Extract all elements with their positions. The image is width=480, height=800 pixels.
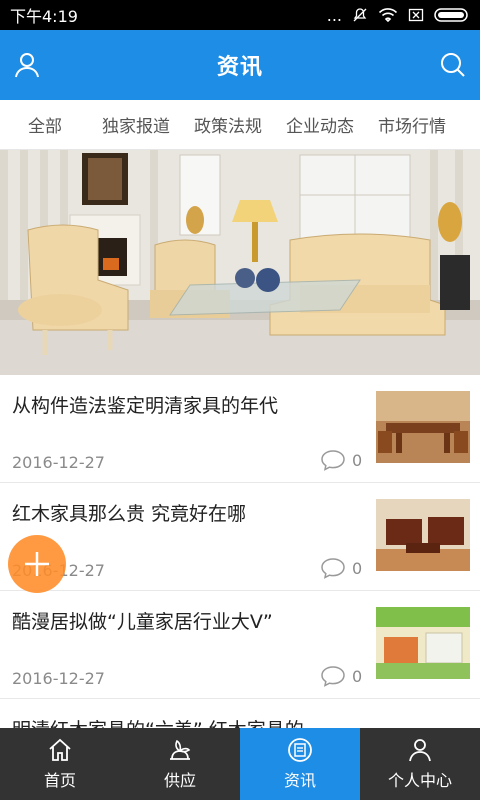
user-button[interactable] bbox=[10, 48, 44, 82]
nav-supply[interactable]: 供应 bbox=[120, 728, 240, 800]
bottom-nav: 首页 供应 资讯 个人中心 bbox=[0, 728, 480, 800]
user-icon bbox=[15, 53, 39, 78]
wifi-icon bbox=[378, 7, 398, 23]
news-thumbnail bbox=[376, 499, 470, 571]
search-icon bbox=[441, 53, 465, 77]
comment-count: 0 bbox=[320, 449, 362, 471]
news-item[interactable]: 从构件造法鉴定明清家具的年代 2016-12-27 0 bbox=[0, 375, 480, 483]
home-icon bbox=[49, 738, 71, 761]
supply-icon bbox=[170, 739, 191, 760]
nav-news[interactable]: 资讯 bbox=[240, 728, 360, 800]
sim-off-icon bbox=[408, 7, 424, 23]
nav-supply-label: 供应 bbox=[163, 771, 196, 790]
news-title: 酷漫居拟做“儿童家居行业大V” bbox=[12, 611, 273, 633]
comment-count-value: 0 bbox=[352, 558, 363, 578]
comment-icon bbox=[321, 450, 345, 471]
comment-count: 0 bbox=[320, 665, 362, 687]
news-date: 2016-12-27 bbox=[12, 453, 105, 472]
nav-profile[interactable]: 个人中心 bbox=[360, 728, 480, 800]
news-thumbnail bbox=[376, 607, 470, 679]
banner-image[interactable] bbox=[0, 150, 480, 375]
news-thumbnail bbox=[376, 391, 470, 463]
search-button[interactable] bbox=[436, 48, 470, 82]
nav-home-label: 首页 bbox=[43, 771, 76, 790]
profile-icon bbox=[409, 739, 431, 762]
status-bar: 下午4:19 ... bbox=[0, 0, 480, 30]
status-time: 下午4:19 bbox=[10, 7, 78, 26]
status-icons: ... bbox=[327, 6, 470, 25]
comment-icon bbox=[321, 666, 345, 687]
nav-news-label: 资讯 bbox=[283, 771, 316, 790]
notification-dots: ... bbox=[326, 5, 342, 25]
tab-all[interactable]: 全部 bbox=[0, 112, 90, 137]
tab-company-news[interactable]: 企业动态 bbox=[274, 112, 366, 137]
page-title: 资讯 bbox=[216, 55, 263, 80]
nav-profile-label: 个人中心 bbox=[387, 771, 452, 790]
news-title: 从构件造法鉴定明清家具的年代 bbox=[12, 395, 279, 417]
add-button[interactable] bbox=[8, 535, 66, 593]
comment-count: 0 bbox=[320, 557, 362, 579]
tab-policy[interactable]: 政策法规 bbox=[182, 112, 274, 137]
comment-count-value: 0 bbox=[352, 450, 363, 470]
comment-icon bbox=[321, 558, 345, 579]
news-title: 红木家具那么贵 究竟好在哪 bbox=[12, 503, 247, 525]
tab-exclusive[interactable]: 独家报道 bbox=[90, 112, 182, 137]
news-item[interactable]: 红木家具那么贵 究竟好在哪 2016-12-27 0 bbox=[0, 483, 480, 591]
app-header: 资讯 bbox=[0, 30, 480, 100]
news-date: 2016-12-27 bbox=[12, 669, 105, 688]
category-tabs: 全部 独家报道 政策法规 企业动态 市场行情 bbox=[0, 100, 480, 150]
news-icon bbox=[288, 738, 312, 762]
plus-icon bbox=[25, 552, 49, 576]
tab-market[interactable]: 市场行情 bbox=[366, 112, 458, 137]
nav-home[interactable]: 首页 bbox=[0, 728, 120, 800]
battery-icon bbox=[434, 7, 470, 23]
news-item[interactable]: 酷漫居拟做“儿童家居行业大V” 2016-12-27 0 bbox=[0, 591, 480, 699]
comment-count-value: 0 bbox=[352, 666, 363, 686]
mute-icon bbox=[352, 7, 368, 23]
